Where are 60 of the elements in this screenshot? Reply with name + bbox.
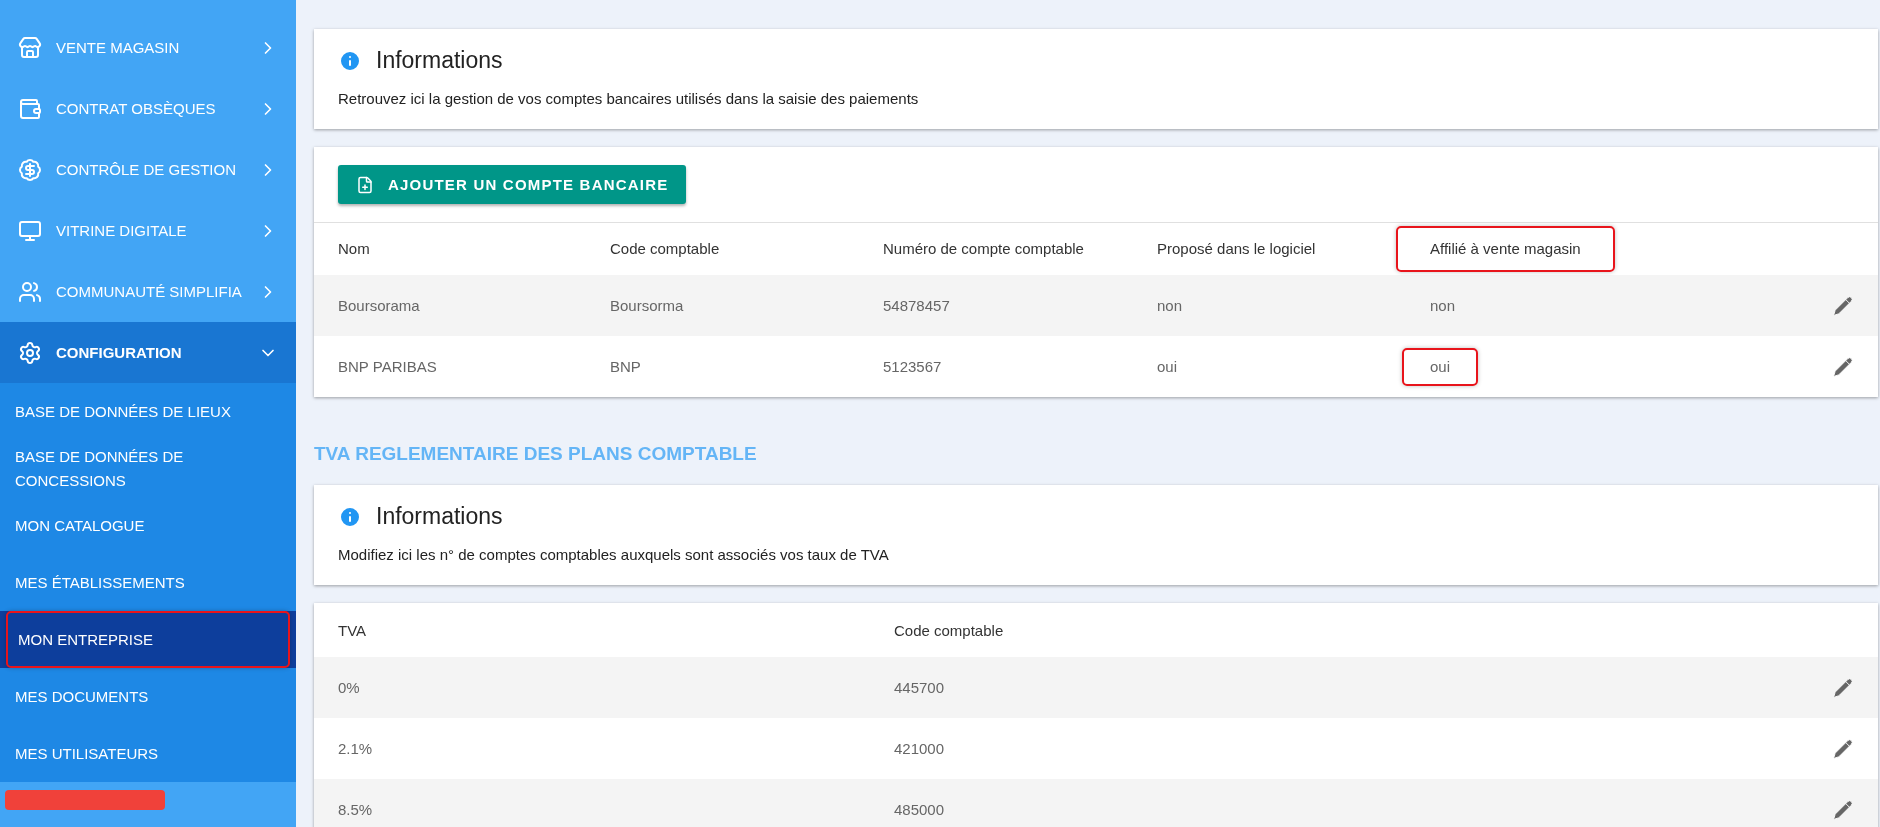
table-cell: non — [1430, 296, 1456, 314]
submenu-item[interactable]: MON CATALOGUE — [0, 497, 296, 554]
table-cell: oui — [1157, 357, 1178, 375]
dollar-icon — [18, 157, 42, 182]
sidebar-label: COMMUNAUTÉ SIMPLIFIA — [56, 283, 243, 300]
sidebar-item[interactable]: VENTE MAGASIN — [0, 17, 296, 78]
table-cell: BNP — [610, 357, 641, 375]
table-cell: Boursorma — [610, 296, 684, 314]
card-title: Informations — [376, 503, 503, 530]
sidebar-label: CONTRÔLE DE GESTION — [56, 161, 238, 178]
table-cell: BNP PARIBAS — [338, 357, 437, 375]
sidebar-item[interactable]: CONTRÔLE DE GESTION — [0, 139, 296, 200]
table-cell-text: 8.5% — [338, 801, 374, 818]
submenu-item[interactable]: BASE DE DONNÉES DE CONCESSIONS — [0, 440, 296, 497]
people-icon — [18, 279, 42, 304]
column-header: Affilié à vente magasin — [1430, 240, 1581, 257]
monitor-icon — [18, 218, 42, 243]
table-cell-text: 445700 — [894, 679, 946, 696]
submenu-item[interactable]: MES DOCUMENTS — [0, 668, 296, 725]
table-cell: Boursorama — [338, 296, 420, 314]
sidebar-label: CONFIGURATION — [56, 344, 183, 361]
submenu-item[interactable]: MES UTILISATEURS — [0, 725, 296, 782]
edit-button[interactable] — [1832, 355, 1854, 378]
edit-button[interactable] — [1832, 676, 1854, 699]
section-title: TVA REGLEMENTAIRE DES PLANS COMPTABLE — [314, 443, 758, 465]
column-header: Proposé dans le logiciel — [1157, 240, 1316, 257]
edit-button[interactable] — [1832, 294, 1854, 317]
column-header: Numéro de compte comptable — [883, 240, 1084, 257]
table-cell: 54878457 — [883, 296, 950, 314]
column-header: TVA — [338, 621, 368, 639]
column-header: Nom — [338, 240, 370, 257]
add-bank-account-button[interactable]: AJOUTER UN COMPTE BANCAIRE — [338, 165, 687, 204]
table-cell: oui — [1430, 357, 1451, 375]
edit-button[interactable] — [1832, 737, 1854, 760]
table-cell: non — [1157, 296, 1183, 314]
sidebar-label: VITRINE DIGITALE — [56, 222, 188, 239]
table-cell-text: 0% — [338, 679, 361, 696]
column-header: Code comptable — [894, 621, 1005, 639]
sidebar-item[interactable]: CONFIGURATION — [0, 322, 296, 383]
sidebar-item[interactable]: VITRINE DIGITALE — [0, 200, 296, 261]
column-header: Code comptable — [610, 240, 720, 257]
store-icon — [18, 35, 42, 60]
edit-button[interactable] — [1832, 798, 1854, 821]
submenu-item[interactable]: MON ENTREPRISE — [0, 611, 296, 668]
table-cell-text: 421000 — [894, 740, 946, 757]
sidebar-label: CONTRAT OBSÈQUES — [56, 100, 217, 117]
wallet-icon — [18, 96, 42, 121]
sidebar-label: VENTE MAGASIN — [56, 39, 181, 56]
table-cell-text: 485000 — [894, 801, 946, 818]
sidebar-item[interactable]: COMMUNAUTÉ SIMPLIFIA — [0, 261, 296, 322]
settings-icon — [18, 340, 42, 365]
table-cell-text: 2.1% — [338, 740, 374, 757]
info-text: Retrouvez ici la gestion de vos comptes bancaires utilisés dans la saisie des paiements — [337, 89, 920, 109]
card-title: Informations — [376, 47, 503, 74]
sidebar-item[interactable]: CONTRAT OBSÈQUES — [0, 78, 296, 139]
info-text: Modifiez ici les n° de comptes comptables auxquels sont associés vos taux de TVA — [337, 545, 890, 565]
table-cell: 5123567 — [883, 357, 942, 375]
submenu-item[interactable]: MES ÉTABLISSEMENTS — [0, 554, 296, 611]
submenu-item[interactable]: BASE DE DONNÉES DE LIEUX — [0, 383, 296, 440]
file-plus-icon — [356, 175, 374, 194]
